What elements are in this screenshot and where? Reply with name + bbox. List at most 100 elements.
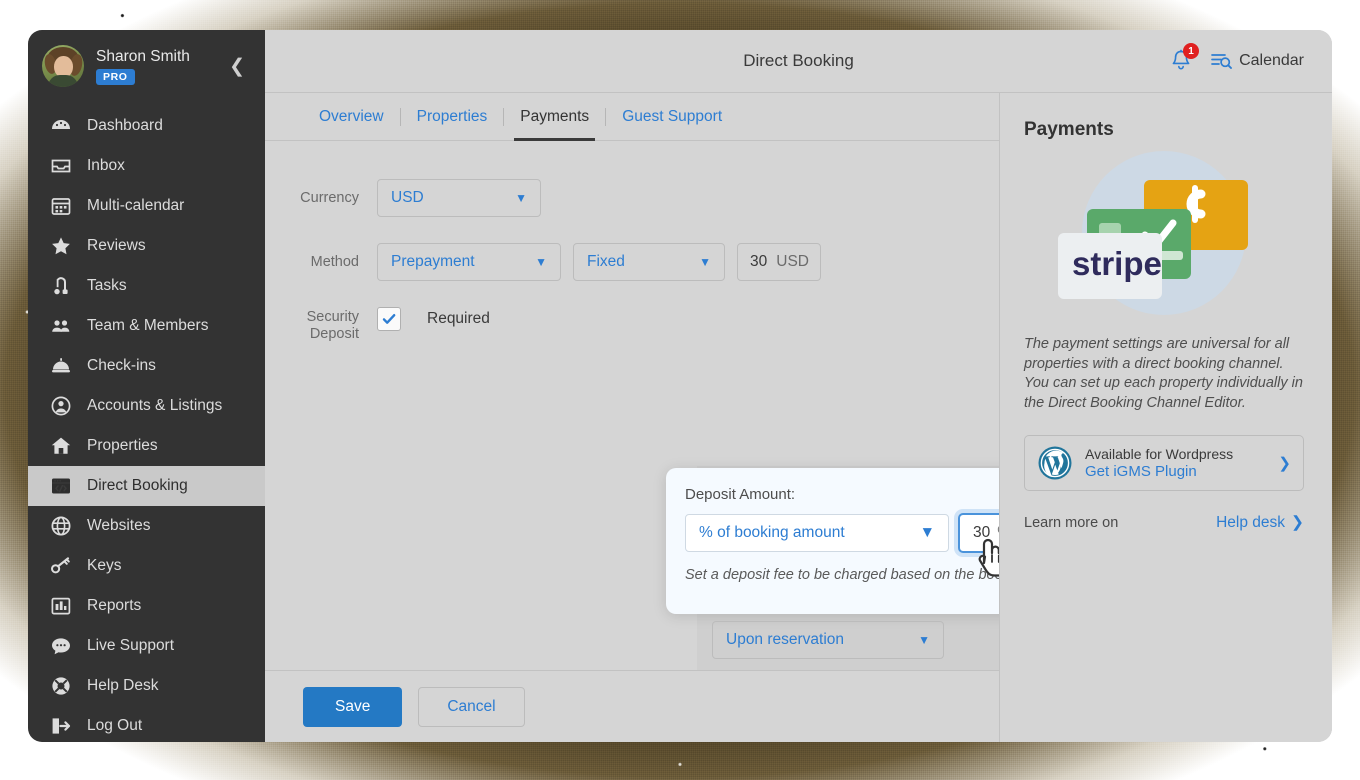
tab-bar: Overview Properties Payments Guest Support [265, 93, 999, 141]
method-type-select[interactable]: Prepayment ▼ [377, 243, 561, 281]
sidebar-item-properties[interactable]: Properties [28, 426, 265, 466]
security-deposit-label-line1: Security [306, 309, 359, 325]
deposit-amount-input[interactable]: 30 % [958, 513, 999, 553]
sidebar-item-log-out[interactable]: Log Out [28, 706, 265, 742]
tab-label: Overview [319, 107, 384, 125]
deposit-amount-hint: Set a deposit fee to be charged based on… [685, 567, 999, 583]
calendar-button-label: Calendar [1239, 52, 1304, 69]
collapse-sidebar-icon[interactable]: ❮ [223, 53, 251, 80]
stripe-wordmark: stripe [1072, 245, 1162, 282]
logout-icon [52, 718, 71, 734]
chevron-down-icon: ▼ [918, 633, 930, 647]
logout-icon-wrap [50, 715, 72, 737]
sidebar-user[interactable]: Sharon Smith PRO ❮ [28, 30, 265, 102]
method-amount-input[interactable]: 30 USD [737, 243, 821, 281]
chevron-down-icon: ▼ [699, 255, 711, 269]
star-icon-wrap [50, 235, 72, 257]
sidebar-item-websites[interactable]: Websites [28, 506, 265, 546]
content-split: Overview Properties Payments Guest Support … [265, 93, 1332, 742]
deposit-amount-popover: Deposit Amount: % of booking amount ▼ 30… [666, 468, 999, 614]
currency-value: USD [391, 189, 424, 206]
sidebar-item-live-support[interactable]: Live Support [28, 626, 265, 666]
tab-guest-support[interactable]: Guest Support [606, 93, 738, 141]
sidebar-item-accounts-listings[interactable]: Accounts & Listings [28, 386, 265, 426]
inbox-icon [51, 159, 71, 173]
people-icon-wrap [50, 315, 72, 337]
sidebar-item-keys[interactable]: Keys [28, 546, 265, 586]
help-desk-link[interactable]: Help desk ❯ [1216, 513, 1304, 532]
sidebar-item-tasks[interactable]: Tasks [28, 266, 265, 306]
top-bar-actions: 1 Calendar [1168, 43, 1332, 74]
dashboard-icon-wrap [50, 115, 72, 137]
deposit-charge-when-select[interactable]: Upon reservation ▼ [712, 621, 944, 659]
star-icon [52, 237, 70, 255]
vacuum-icon [54, 277, 68, 295]
tab-payments[interactable]: Payments [504, 93, 605, 141]
right-panel-title: Payments [1024, 119, 1114, 140]
avatar [42, 45, 84, 87]
lifebuoy-icon [52, 677, 70, 695]
method-amount-mode-select[interactable]: Fixed ▼ [573, 243, 725, 281]
notification-count-badge: 1 [1183, 43, 1200, 59]
key-icon-wrap [50, 555, 72, 577]
currency-select[interactable]: USD ▼ [377, 179, 541, 217]
right-panel-description: The payment settings are universal for a… [1024, 336, 1303, 411]
tab-label: Guest Support [622, 107, 723, 125]
chat-icon-wrap [50, 635, 72, 657]
dashboard-icon [52, 120, 70, 129]
sidebar-item-help-desk[interactable]: Help Desk [28, 666, 265, 706]
bell-desk-icon-wrap [50, 355, 72, 377]
sidebar-item-label: Keys [87, 557, 122, 574]
sidebar-item-reports[interactable]: Reports [28, 586, 265, 626]
sidebar-item-multi-calendar[interactable]: Multi-calendar [28, 186, 265, 226]
account-icon-wrap [50, 395, 72, 417]
sidebar-item-direct-booking[interactable]: Direct Booking [28, 466, 265, 506]
chevron-right-icon: ❯ [1278, 455, 1291, 472]
account-icon [51, 396, 71, 416]
chat-icon [52, 638, 70, 655]
sidebar-item-label: Inbox [87, 157, 125, 174]
cancel-button[interactable]: Cancel [418, 686, 525, 727]
wordpress-plugin-card[interactable]: Available for Wordpress Get iGMS Plugin … [1024, 435, 1304, 491]
sidebar-nav: Dashboard Inbox Multi-calendar Reviews Tasks… [28, 106, 265, 742]
chevron-right-icon: ❯ [1291, 514, 1304, 531]
method-amount-mode-value: Fixed [587, 253, 625, 270]
sidebar-item-reviews[interactable]: Reviews [28, 226, 265, 266]
security-deposit-required-checkbox[interactable] [377, 307, 401, 331]
deposit-charge-when-value: Upon reservation [726, 631, 845, 648]
tab-label: Properties [416, 107, 488, 125]
center-column: Overview Properties Payments Guest Support … [265, 93, 1000, 742]
sidebar-item-label: Dashboard [87, 117, 163, 134]
deposit-amount-mode-value: % of booking amount [699, 524, 845, 541]
deposit-amount-mode-select[interactable]: % of booking amount ▼ [685, 514, 949, 552]
key-icon [51, 557, 70, 574]
sidebar-item-label: Reviews [87, 237, 146, 254]
sidebar-item-team-members[interactable]: Team & Members [28, 306, 265, 346]
deposit-amount-unit: % [997, 524, 999, 542]
sidebar-item-check-ins[interactable]: Check-ins [28, 346, 265, 386]
code-window-icon-wrap [50, 475, 72, 497]
sidebar-item-inbox[interactable]: Inbox [28, 146, 265, 186]
tab-overview[interactable]: Overview [303, 93, 400, 141]
deposit-amount-label: Deposit Amount: [685, 486, 796, 503]
app-window: Sharon Smith PRO ❮ Dashboard Inbox Multi-c… [28, 30, 1332, 742]
wordpress-card-link[interactable]: Get iGMS Plugin [1085, 463, 1233, 480]
stripe-payment-illustration: stripe [1025, 147, 1303, 325]
deposit-amount-value: 30 [972, 524, 991, 541]
method-amount-unit: USD [776, 253, 809, 270]
payments-form: Currency USD ▼ Method Prepayment ▼ Fixed… [265, 141, 999, 742]
calendar-icon-wrap [50, 195, 72, 217]
sidebar-item-label: Live Support [87, 637, 175, 654]
bar-chart-icon-wrap [50, 595, 72, 617]
home-icon-wrap [50, 435, 72, 457]
method-type-value: Prepayment [391, 253, 475, 270]
notifications-button[interactable]: 1 [1168, 43, 1200, 74]
sidebar-item-label: Multi-calendar [87, 197, 185, 214]
tab-properties[interactable]: Properties [401, 93, 504, 141]
sidebar-item-dashboard[interactable]: Dashboard [28, 106, 265, 146]
calendar-button[interactable]: Calendar [1210, 51, 1304, 71]
method-label: Method [310, 253, 359, 270]
form-action-bar: Save Cancel [265, 670, 999, 742]
security-deposit-label: Security Deposit [265, 307, 377, 343]
save-button[interactable]: Save [303, 686, 403, 727]
